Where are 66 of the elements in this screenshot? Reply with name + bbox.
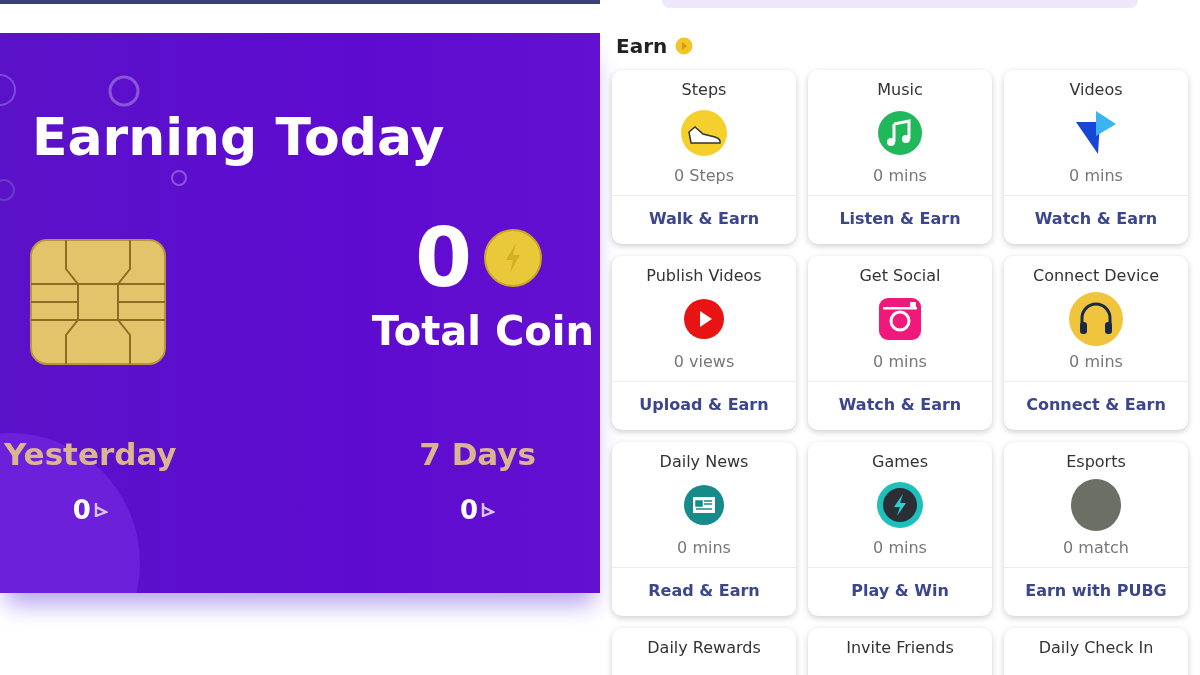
earn-card[interactable]: Daily Rewards <box>612 628 796 675</box>
earn-card[interactable]: Steps 0 Steps Walk & Earn <box>612 70 796 244</box>
card-title: Daily News <box>659 452 749 472</box>
total-coin-label: Total Coin <box>371 307 594 355</box>
card-title: Invite Friends <box>846 638 954 658</box>
total-coin-value: 0 <box>414 213 472 303</box>
earn-link[interactable]: Upload & Earn <box>639 395 769 414</box>
stat-label: Yesterday <box>4 435 177 473</box>
ring-decoration <box>108 75 140 107</box>
earn-card[interactable]: Videos 0 mins Watch & Earn <box>1004 70 1188 244</box>
earn-card[interactable]: Get Social 0 mins Watch & Earn <box>808 256 992 430</box>
earn-link[interactable]: Listen & Earn <box>839 209 961 228</box>
play-icon <box>684 299 724 339</box>
newspaper-icon <box>684 485 724 525</box>
earn-card[interactable]: Esports 0 match Earn with PUBG <box>1004 442 1188 616</box>
progress-count: 0 mins <box>873 538 927 557</box>
earn-link[interactable]: Earn with PUBG <box>1025 581 1167 600</box>
earn-card[interactable]: Music 0 mins Listen & Earn <box>808 70 992 244</box>
earn-link[interactable]: Watch & Earn <box>838 395 962 414</box>
card-title: Videos <box>1069 80 1123 100</box>
sneaker-icon <box>681 110 727 156</box>
card-title: Steps <box>681 80 727 100</box>
earn-card[interactable]: Invite Friends <box>808 628 992 675</box>
coin-icon <box>484 229 542 287</box>
card-title: Publish Videos <box>646 266 762 286</box>
progress-count: 0 mins <box>873 352 927 371</box>
earn-link[interactable]: Read & Earn <box>648 581 760 600</box>
stat-value: 0 <box>460 495 479 525</box>
progress-count: 0 mins <box>873 166 927 185</box>
progress-count: 0 views <box>673 352 735 371</box>
earn-link[interactable]: Walk & Earn <box>648 209 760 228</box>
progress-count: 0 mins <box>1069 166 1123 185</box>
card-title: Games <box>872 452 928 472</box>
stat-label: 7 Days <box>419 435 536 473</box>
lightning-icon <box>877 482 923 528</box>
card-title: Esports <box>1066 452 1126 472</box>
stat-value: 0 <box>72 495 91 525</box>
progress-count: 0 match <box>1063 538 1129 557</box>
ring-decoration <box>171 170 187 186</box>
camera-icon <box>879 298 921 340</box>
earn-card[interactable]: Games 0 mins Play & Win <box>808 442 992 616</box>
earn-card[interactable]: Daily Check In <box>1004 628 1188 675</box>
card-title: Get Social <box>859 266 941 286</box>
earn-card[interactable]: Connect Device 0 mins Connect & Earn <box>1004 256 1188 430</box>
headphones-icon <box>1069 292 1123 346</box>
ring-decoration <box>0 74 16 106</box>
progress-count: 0 mins <box>677 538 731 557</box>
earn-link[interactable]: Play & Win <box>851 581 949 600</box>
progress-count: 0 mins <box>1069 352 1123 371</box>
coin-icon <box>675 37 694 55</box>
sim-chip-icon <box>30 239 166 365</box>
section-heading: Earn <box>616 34 668 58</box>
music-note-icon <box>878 111 922 155</box>
card-title: Daily Rewards <box>647 638 761 658</box>
card-title: Music <box>877 80 923 100</box>
earn-link[interactable]: Connect & Earn <box>1026 395 1166 414</box>
earn-card[interactable]: Publish Videos 0 views Upload & Earn <box>612 256 796 430</box>
earn-card[interactable]: Daily News 0 mins Read & Earn <box>612 442 796 616</box>
card-title: Daily Check In <box>1038 638 1154 658</box>
card-title: Connect Device <box>1033 266 1159 286</box>
game-image-placeholder <box>1071 479 1121 531</box>
progress-count: 0 Steps <box>674 166 734 185</box>
card-title: Earning Today <box>32 107 445 167</box>
play-triangle-icon <box>1074 110 1118 156</box>
ring-decoration <box>0 179 15 201</box>
earn-link[interactable]: Watch & Earn <box>1034 209 1158 228</box>
